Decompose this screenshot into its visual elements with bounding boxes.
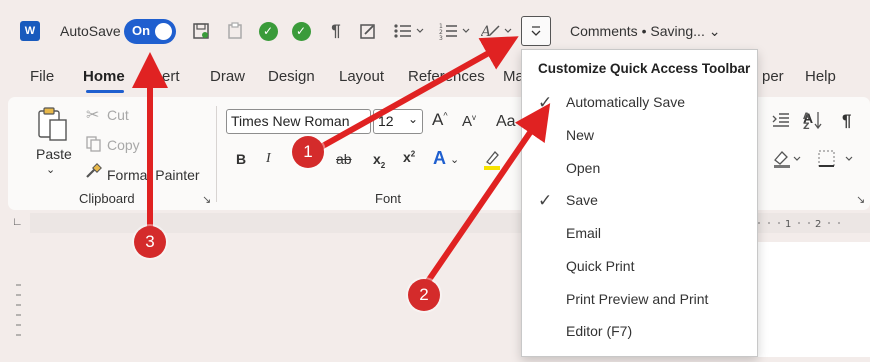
- arrow-2: [421, 103, 551, 290]
- annotation-badge-2: 2: [408, 279, 440, 311]
- annotation-badge-3: 3: [134, 226, 166, 258]
- arrow-1: [309, 36, 519, 155]
- annotation-badge-1: 1: [292, 136, 324, 168]
